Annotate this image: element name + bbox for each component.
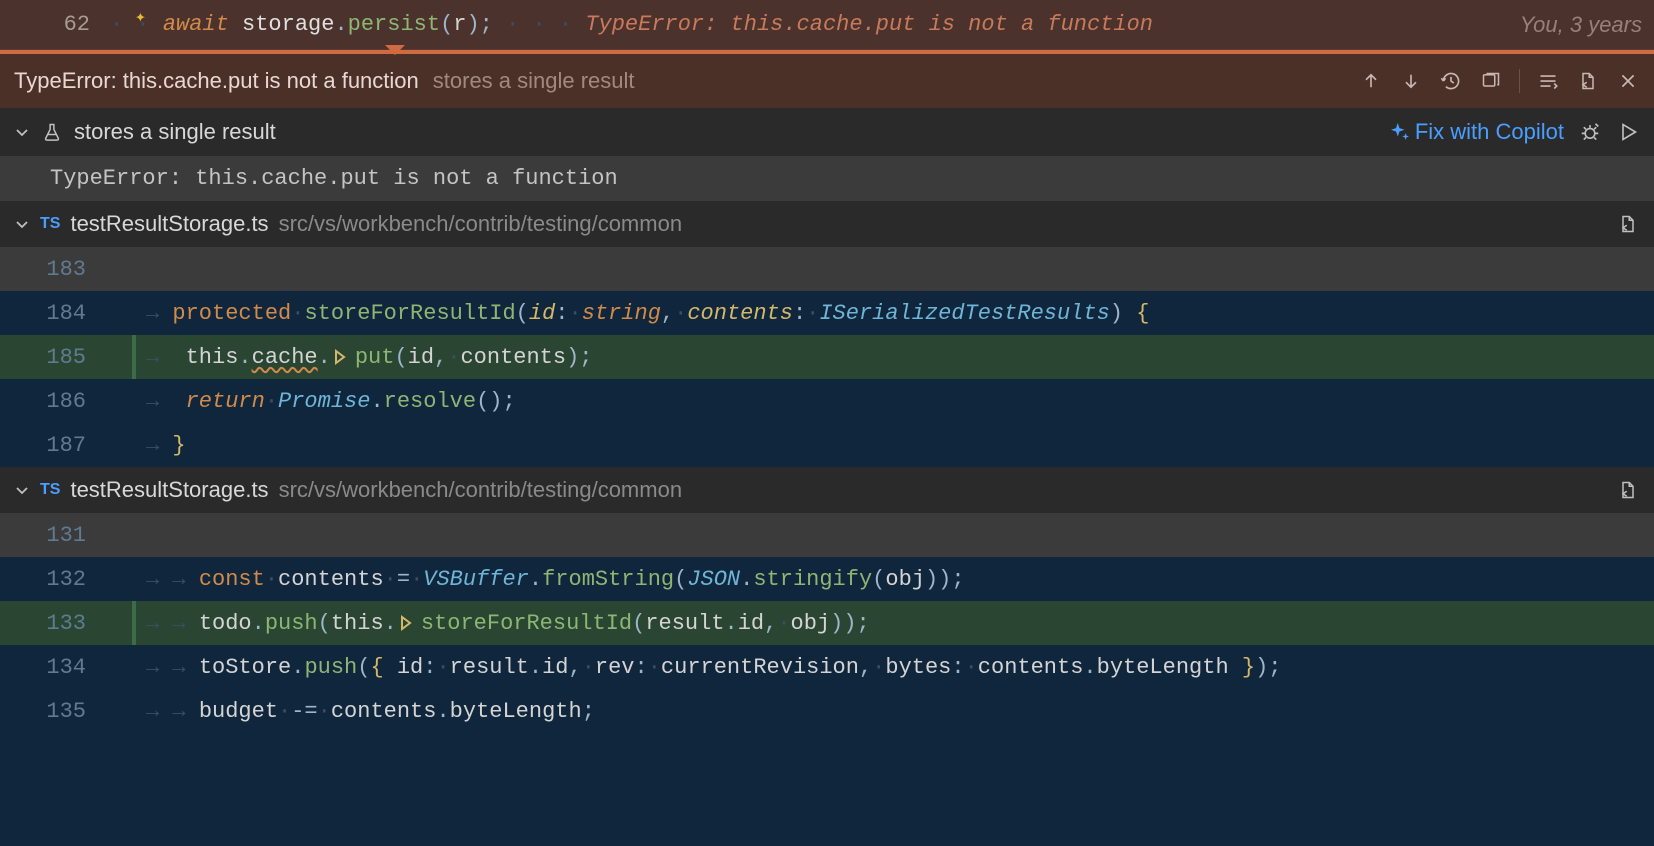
file-path: src/vs/workbench/contrib/testing/common	[279, 477, 683, 503]
history-icon[interactable]	[1439, 69, 1463, 93]
goto-file-icon[interactable]	[1576, 69, 1600, 93]
line-number: 133	[0, 611, 110, 636]
goto-file-icon[interactable]	[1616, 212, 1640, 236]
line-number: 186	[0, 389, 110, 414]
file-header-1[interactable]: TS testResultStorage.ts src/vs/workbench…	[0, 201, 1654, 247]
error-marker-icon	[385, 45, 405, 55]
line-number: 132	[0, 567, 110, 592]
ts-badge-icon: TS	[40, 481, 60, 499]
line-number: 131	[0, 523, 110, 548]
error-message-row: TypeError: this.cache.put is not a funct…	[0, 156, 1654, 201]
frame-marker-icon	[331, 348, 349, 366]
git-blame-annotation: You, 3 years	[1520, 12, 1654, 38]
arrow-down-icon[interactable]	[1399, 69, 1423, 93]
fix-copilot-label: Fix with Copilot	[1415, 119, 1564, 145]
frame-marker-icon	[397, 614, 415, 632]
code-line: 131	[0, 513, 1654, 557]
file-path: src/vs/workbench/contrib/testing/common	[279, 211, 683, 237]
code-line: 183	[0, 247, 1654, 291]
line-number: 187	[0, 433, 110, 458]
line-number: 135	[0, 699, 110, 724]
code-line-added: 185 → this.cache.put(id,·contents);	[0, 335, 1654, 379]
test-name: stores a single result	[74, 119, 276, 145]
debug-icon[interactable]	[1578, 120, 1602, 144]
ts-badge-icon: TS	[40, 215, 60, 233]
code-line: 187 → }	[0, 423, 1654, 467]
line-number: 62	[0, 12, 110, 37]
file-name: testResultStorage.ts	[70, 477, 268, 503]
error-subtitle: stores a single result	[433, 68, 635, 94]
code-line: 135 → → budget·-=·contents.byteLength;	[0, 689, 1654, 733]
run-icon[interactable]	[1616, 120, 1640, 144]
top-error-code-line: 62 ✦ · · await storage.persist(r); · · ·…	[0, 0, 1654, 50]
code-block-1: 183 184 → protected·storeForResultId(id:…	[0, 247, 1654, 467]
error-actions	[1359, 69, 1640, 93]
open-window-icon[interactable]	[1479, 69, 1503, 93]
separator	[1519, 69, 1520, 93]
line-number: 184	[0, 301, 110, 326]
beaker-icon	[42, 121, 62, 143]
code-line: 186 → return·Promise.resolve();	[0, 379, 1654, 423]
code-content: · · await storage.persist(r); · · · Type…	[110, 12, 1520, 37]
line-number: 185	[0, 345, 110, 370]
line-number: 183	[0, 257, 110, 282]
test-header: stores a single result Fix with Copilot	[0, 108, 1654, 156]
code-line-added: 133 → → todo.push(this.storeForResultId(…	[0, 601, 1654, 645]
list-icon[interactable]	[1536, 69, 1560, 93]
file-header-2[interactable]: TS testResultStorage.ts src/vs/workbench…	[0, 467, 1654, 513]
code-line: 184 → protected·storeForResultId(id:·str…	[0, 291, 1654, 335]
chevron-down-icon[interactable]	[14, 482, 30, 498]
fix-with-copilot-button[interactable]: Fix with Copilot	[1391, 119, 1564, 145]
chevron-down-icon[interactable]	[14, 124, 30, 140]
goto-file-icon[interactable]	[1616, 478, 1640, 502]
code-line: 134 → → toStore.push({ id:·result.id,·re…	[0, 645, 1654, 689]
code-block-2: 131 132 → → const·contents·=·VSBuffer.fr…	[0, 513, 1654, 733]
error-summary-bar: TypeError: this.cache.put is not a funct…	[0, 54, 1654, 108]
code-line: 132 → → const·contents·=·VSBuffer.fromSt…	[0, 557, 1654, 601]
close-icon[interactable]	[1616, 69, 1640, 93]
error-title: TypeError: this.cache.put is not a funct…	[14, 68, 419, 94]
sparkle-icon[interactable]: ✦	[135, 6, 146, 28]
arrow-up-icon[interactable]	[1359, 69, 1383, 93]
file-name: testResultStorage.ts	[70, 211, 268, 237]
chevron-down-icon[interactable]	[14, 216, 30, 232]
line-number: 134	[0, 655, 110, 680]
